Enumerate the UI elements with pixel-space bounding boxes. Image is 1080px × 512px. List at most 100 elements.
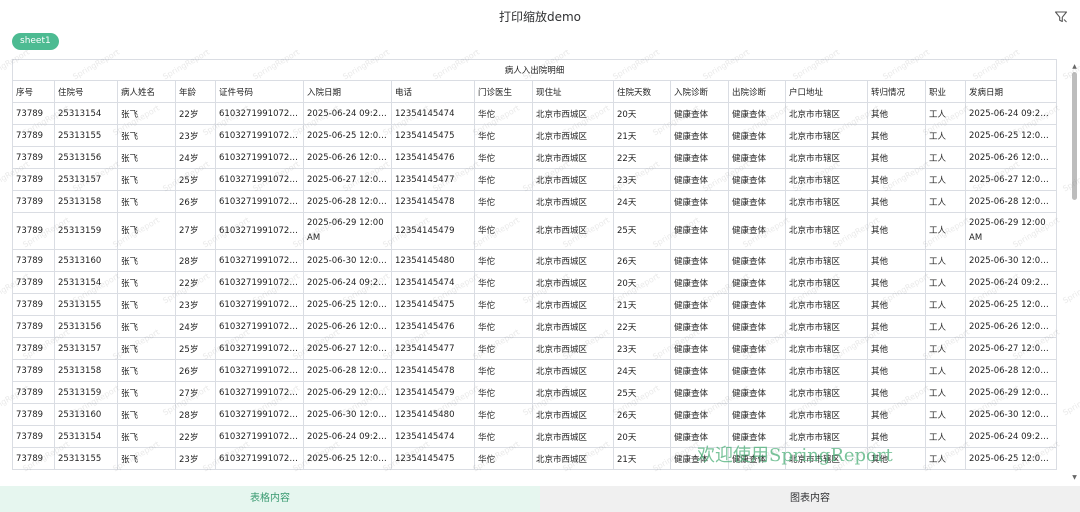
table-cell[interactable]: 23岁 — [176, 294, 216, 316]
table-cell[interactable]: 其他 — [868, 360, 926, 382]
table-cell[interactable]: 25313155 — [55, 448, 118, 470]
table-cell[interactable]: 其他 — [868, 426, 926, 448]
table-cell[interactable]: 12354145478 — [392, 360, 475, 382]
table-cell[interactable]: 2025-06-27 12:00 … — [966, 169, 1058, 191]
table-cell[interactable]: 73789 — [12, 382, 55, 404]
tab-table-content[interactable]: 表格内容 — [0, 486, 540, 512]
table-cell[interactable]: 其他 — [868, 294, 926, 316]
column-header[interactable]: 转归情况 — [868, 81, 926, 103]
table-cell[interactable]: 2025-06-30 12:00 … — [966, 404, 1058, 426]
column-header[interactable]: 证件号码 — [216, 81, 304, 103]
table-cell[interactable]: 28岁 — [176, 404, 216, 426]
table-cell[interactable]: 27岁 — [176, 213, 216, 250]
table-cell[interactable]: 2025-06-29 12:00 … — [304, 382, 392, 404]
table-cell[interactable]: 610327199107222… — [216, 147, 304, 169]
scroll-thumb[interactable] — [1072, 72, 1077, 200]
table-cell[interactable]: 其他 — [868, 191, 926, 213]
table-cell[interactable]: 610327199107222… — [216, 294, 304, 316]
column-header[interactable]: 住院天数 — [614, 81, 671, 103]
table-cell[interactable]: 健康查体 — [729, 338, 786, 360]
table-cell[interactable]: 2025-06-26 12:00 … — [304, 316, 392, 338]
table-cell[interactable]: 张飞 — [118, 338, 176, 360]
table-cell[interactable]: 25岁 — [176, 169, 216, 191]
table-cell[interactable]: 健康查体 — [671, 191, 729, 213]
column-header[interactable]: 入院诊断 — [671, 81, 729, 103]
table-cell[interactable]: 华佗 — [475, 147, 533, 169]
table-cell[interactable]: 73789 — [12, 103, 55, 125]
table-cell[interactable]: 工人 — [926, 250, 966, 272]
sheet-tab-sheet1[interactable]: sheet1 — [12, 33, 59, 50]
table-cell[interactable]: 25313159 — [55, 382, 118, 404]
table-cell[interactable]: 26岁 — [176, 191, 216, 213]
column-header[interactable]: 病人姓名 — [118, 81, 176, 103]
table-cell[interactable]: 健康查体 — [671, 448, 729, 470]
table-cell[interactable]: 健康查体 — [729, 191, 786, 213]
table-cell[interactable]: 工人 — [926, 103, 966, 125]
table-cell[interactable]: 北京市市辖区 — [786, 103, 868, 125]
table-cell[interactable]: 其他 — [868, 103, 926, 125]
column-header[interactable]: 门诊医生 — [475, 81, 533, 103]
table-cell[interactable]: 华佗 — [475, 382, 533, 404]
table-cell[interactable]: 610327199107222… — [216, 426, 304, 448]
table-cell[interactable]: 25天 — [614, 382, 671, 404]
table-cell[interactable]: 2025-06-27 12:00 … — [304, 338, 392, 360]
table-cell[interactable]: 12354145479 — [392, 213, 475, 250]
table-cell[interactable]: 其他 — [868, 382, 926, 404]
table-cell[interactable]: 610327199107222… — [216, 272, 304, 294]
table-cell[interactable]: 工人 — [926, 404, 966, 426]
table-cell[interactable]: 73789 — [12, 360, 55, 382]
table-cell[interactable]: 北京市市辖区 — [786, 294, 868, 316]
table-cell[interactable]: 25天 — [614, 213, 671, 250]
table-cell[interactable]: 工人 — [926, 169, 966, 191]
table-cell[interactable]: 北京市市辖区 — [786, 360, 868, 382]
table-cell[interactable]: 610327199107222… — [216, 250, 304, 272]
table-cell[interactable]: 25313157 — [55, 338, 118, 360]
table-cell[interactable]: 健康查体 — [671, 169, 729, 191]
table-cell[interactable]: 73789 — [12, 316, 55, 338]
table-cell[interactable]: 张飞 — [118, 125, 176, 147]
table-cell[interactable]: 73789 — [12, 338, 55, 360]
table-title[interactable]: 病人入出院明细 — [12, 59, 1058, 81]
table-cell[interactable]: 健康查体 — [671, 147, 729, 169]
table-cell[interactable]: 12354145477 — [392, 338, 475, 360]
table-cell[interactable]: 26天 — [614, 250, 671, 272]
table-cell[interactable]: 12354145477 — [392, 169, 475, 191]
table-cell[interactable]: 健康查体 — [729, 426, 786, 448]
table-cell[interactable]: 2025-06-25 12:00 … — [966, 448, 1058, 470]
table-cell[interactable]: 北京市西城区 — [533, 147, 614, 169]
table-cell[interactable]: 73789 — [12, 294, 55, 316]
table-cell[interactable]: 健康查体 — [671, 213, 729, 250]
table-cell[interactable]: 北京市市辖区 — [786, 382, 868, 404]
table-cell[interactable]: 610327199107222… — [216, 404, 304, 426]
table-cell[interactable]: 73789 — [12, 250, 55, 272]
table-cell[interactable]: 张飞 — [118, 316, 176, 338]
table-cell[interactable]: 其他 — [868, 316, 926, 338]
table-cell[interactable]: 健康查体 — [729, 147, 786, 169]
table-cell[interactable]: 25313157 — [55, 169, 118, 191]
table-cell[interactable]: 12354145475 — [392, 448, 475, 470]
table-cell[interactable]: 25313158 — [55, 191, 118, 213]
table-cell[interactable]: 健康查体 — [671, 250, 729, 272]
table-cell[interactable]: 健康查体 — [729, 103, 786, 125]
table-cell[interactable]: 健康查体 — [729, 213, 786, 250]
column-header[interactable]: 职业 — [926, 81, 966, 103]
table-cell[interactable]: 华佗 — [475, 404, 533, 426]
table-cell[interactable]: 12354145475 — [392, 125, 475, 147]
table-cell[interactable]: 12354145479 — [392, 382, 475, 404]
table-cell[interactable]: 24天 — [614, 360, 671, 382]
table-cell[interactable]: 25313155 — [55, 294, 118, 316]
table-cell[interactable]: 工人 — [926, 382, 966, 404]
table-cell[interactable]: 22岁 — [176, 426, 216, 448]
table-cell[interactable]: 健康查体 — [671, 404, 729, 426]
table-cell[interactable]: 12354145480 — [392, 404, 475, 426]
table-cell[interactable]: 25313154 — [55, 426, 118, 448]
filter-icon[interactable] — [1054, 9, 1068, 23]
table-cell[interactable]: 张飞 — [118, 147, 176, 169]
table-cell[interactable]: 2025-06-28 12:00 … — [966, 360, 1058, 382]
table-cell[interactable]: 张飞 — [118, 191, 176, 213]
table-cell[interactable]: 73789 — [12, 404, 55, 426]
table-cell[interactable]: 73789 — [12, 169, 55, 191]
table-cell[interactable]: 22岁 — [176, 272, 216, 294]
table-cell[interactable]: 北京市西城区 — [533, 338, 614, 360]
table-cell[interactable]: 22岁 — [176, 103, 216, 125]
